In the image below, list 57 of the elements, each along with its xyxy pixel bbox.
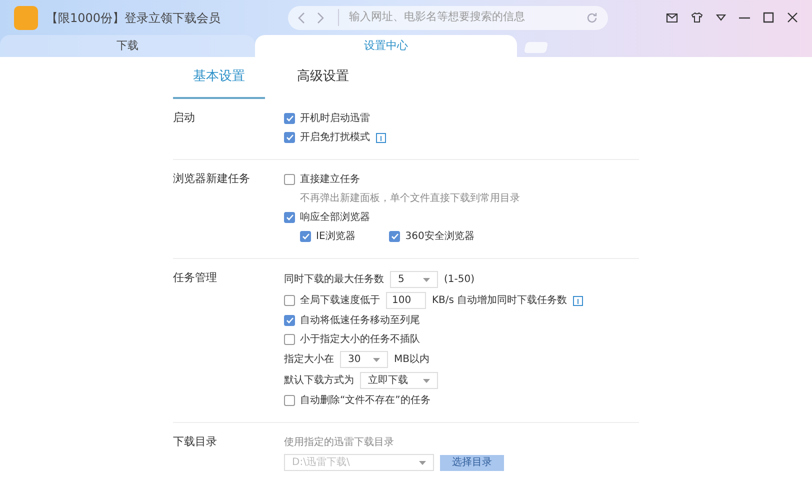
dropdown-icon[interactable]	[716, 14, 726, 21]
section-label: 任务管理	[173, 271, 218, 286]
unit-text: MB以内	[394, 352, 430, 367]
settings-tab[interactable]: 高级设置	[277, 57, 369, 99]
close-icon[interactable]	[787, 12, 798, 23]
window-title[interactable]: 【限1000份】登录立领下载会员	[46, 8, 266, 26]
dropdown[interactable]: 立即下载	[360, 372, 438, 389]
refresh-icon[interactable]	[586, 12, 598, 24]
checkbox-option[interactable]: 开启免打扰模式	[284, 130, 370, 145]
maximize-icon[interactable]	[763, 12, 774, 23]
forward-icon[interactable]	[316, 12, 324, 24]
checkbox[interactable]	[284, 132, 295, 143]
checkbox[interactable]	[284, 315, 295, 326]
checkbox[interactable]	[284, 174, 295, 185]
checkbox[interactable]	[300, 231, 311, 242]
search-field[interactable]: 输入网址、电影名等想要搜索的信息	[288, 6, 608, 30]
checkbox-option[interactable]: 开机时启动迅雷	[284, 111, 370, 126]
checkbox[interactable]	[284, 212, 295, 223]
field-label: 同时下载的最大任务数	[284, 272, 384, 287]
app-logo-icon	[14, 6, 38, 30]
checkbox[interactable]	[284, 295, 295, 306]
checkbox-option[interactable]: 自动删除“文件不存在”的任务	[284, 393, 430, 408]
caret-icon[interactable]	[373, 358, 380, 362]
section-label: 浏览器新建任务	[173, 172, 251, 187]
checkbox-option[interactable]: 响应全部浏览器	[284, 210, 370, 225]
checkbox-option[interactable]: IE浏览器	[300, 229, 356, 244]
hint-text: 不再弹出新建面板，单个文件直接下载到常用目录	[300, 192, 520, 206]
field-label: 指定大小在	[284, 352, 334, 367]
number-field[interactable]: 100	[386, 292, 426, 309]
field-label: 默认下载方式为	[284, 374, 354, 388]
checkbox[interactable]	[389, 231, 400, 242]
unit-text: KB/s 自动增加同时下载任务数	[432, 294, 568, 308]
settings-tab[interactable]: 基本设置	[173, 57, 265, 99]
section-label: 启动	[173, 111, 196, 126]
checkbox-option[interactable]: 小于指定大小的任务不插队	[284, 332, 420, 347]
mail-icon[interactable]	[666, 12, 678, 22]
dropdown[interactable]: 5	[390, 271, 438, 288]
tab[interactable]: 下载	[0, 35, 255, 57]
checkbox[interactable]	[284, 334, 295, 345]
tab[interactable]: 设置中心	[255, 35, 517, 57]
checkbox-option[interactable]: 全局下载速度低于	[284, 293, 380, 308]
caret-icon[interactable]	[423, 378, 430, 382]
back-icon[interactable]	[298, 12, 306, 24]
section-label: 下载目录	[173, 435, 218, 450]
info-icon[interactable]	[573, 296, 584, 306]
dropdown[interactable]: 30	[340, 351, 388, 368]
info-icon[interactable]	[376, 132, 386, 142]
checkbox[interactable]	[284, 395, 295, 406]
shirt-icon[interactable]	[691, 12, 703, 23]
checkbox[interactable]	[284, 113, 295, 124]
hint-text: 使用指定的迅雷下载目录	[284, 436, 394, 450]
checkbox-option[interactable]: 自动将低速任务移动至列尾	[284, 313, 420, 328]
checkbox-option[interactable]: 直接建立任务	[284, 172, 360, 187]
minimize-icon[interactable]	[739, 16, 750, 18]
caret-icon[interactable]	[423, 278, 430, 282]
checkbox-option[interactable]: 360安全浏览器	[389, 229, 474, 244]
unit-text: (1-50)	[444, 273, 474, 287]
